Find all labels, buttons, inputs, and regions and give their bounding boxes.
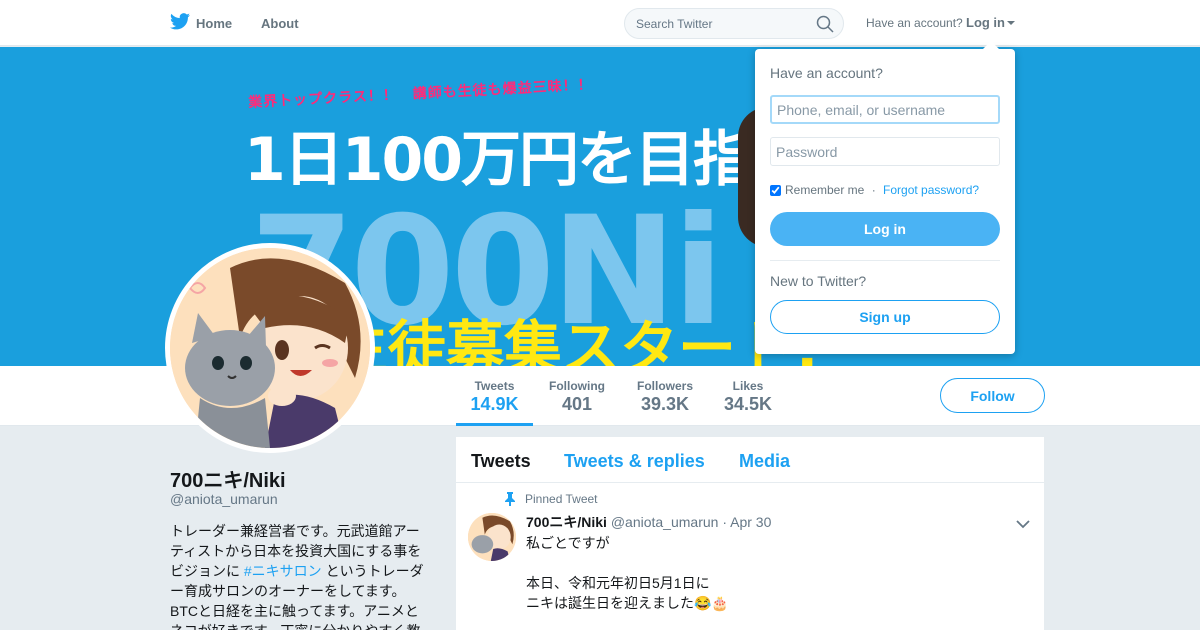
login-dropdown-title: Have an account? (770, 65, 883, 81)
tab-tweets[interactable]: Tweets (471, 451, 531, 472)
stat-followers[interactable]: Followers 39.3K (632, 366, 698, 426)
stat-label: Likes (732, 379, 764, 393)
twitter-bird-icon (170, 13, 190, 33)
remember-me-label[interactable]: Remember me (785, 183, 864, 197)
search-input[interactable] (625, 9, 805, 38)
pinned-label: Pinned Tweet (525, 492, 598, 506)
tweet-author-handle[interactable]: @aniota_umarun (611, 514, 719, 530)
stat-label: Tweets (474, 379, 515, 393)
profile-avatar[interactable] (165, 243, 375, 453)
banner-bottom-text: 生徒募集スタート! (330, 314, 821, 366)
profile-handle: @aniota_umarun (170, 491, 278, 507)
tweet-text: 私ごとですが 本日、令和元年初日5月1日に ニキは誕生日を迎えました😂🎂 (526, 535, 729, 611)
login-dropdown-toggle[interactable]: Log in (966, 15, 1015, 30)
search-icon[interactable] (816, 15, 834, 38)
tweet-item[interactable]: Pinned Tweet 700ニキ/Niki @aniota_umarun ·… (456, 483, 1044, 630)
signup-button[interactable]: Sign up (770, 300, 1000, 334)
top-navigation: Home About Have an account? Log in (0, 0, 1200, 46)
stat-likes[interactable]: Likes 34.5K (720, 366, 776, 426)
remember-row: Remember me · Forgot password? (770, 183, 979, 197)
tweet-date[interactable]: · Apr 30 (722, 514, 771, 530)
chevron-down-icon[interactable] (1016, 516, 1030, 534)
account-prompt: Have an account? (866, 16, 963, 30)
login-link-label: Log in (966, 15, 1005, 30)
stat-value: 401 (561, 394, 593, 414)
caret-down-icon (1007, 21, 1015, 25)
login-dropdown: Have an account? Remember me · Forgot pa… (755, 41, 1015, 354)
profile-bio: トレーダー兼経営者です。元武道館アーティストから日本を投資大国にする事をビジョン… (170, 521, 432, 630)
search-box (624, 8, 844, 39)
nav-home-label: Home (196, 15, 233, 31)
stat-value: 34.5K (723, 394, 773, 414)
new-to-twitter-prompt: New to Twitter? (770, 273, 867, 289)
avatar-illustration (170, 248, 370, 448)
forgot-password-link[interactable]: Forgot password? (883, 183, 979, 197)
tweet-header: 700ニキ/Niki @aniota_umarun · Apr 30 (526, 512, 771, 532)
stat-tweets[interactable]: Tweets 14.9K (456, 366, 533, 426)
tab-media[interactable]: Media (739, 451, 790, 472)
pin-icon (504, 492, 516, 511)
tweet-avatar-illustration (468, 513, 516, 561)
username-field[interactable] (770, 95, 1000, 124)
tweet-author-name[interactable]: 700ニキ/Niki (526, 514, 607, 530)
divider (770, 260, 1000, 261)
stat-label: Followers (636, 379, 693, 393)
nav-home-link[interactable]: Home (170, 13, 232, 33)
password-field[interactable] (770, 137, 1000, 166)
stat-following[interactable]: Following 401 (543, 366, 611, 426)
remember-separator: · (868, 183, 880, 197)
login-button[interactable]: Log in (770, 212, 1000, 246)
remember-me-checkbox[interactable] (770, 184, 781, 196)
timeline-tabs: Tweets Tweets & replies Media (456, 437, 1044, 483)
stat-value: 39.3K (640, 394, 690, 414)
stat-label: Following (549, 379, 605, 393)
tweet-author-avatar[interactable] (468, 513, 516, 561)
tab-tweets-and-replies[interactable]: Tweets & replies (564, 451, 705, 472)
banner-subtitle: 業界トップクラス！！ 講師も生徒も爆益三昧！！ (247, 76, 593, 112)
follow-button[interactable]: Follow (940, 378, 1045, 413)
stat-value: 14.9K (470, 394, 519, 414)
profile-name[interactable]: 700ニキ/Niki (170, 464, 286, 493)
nav-about-link[interactable]: About (261, 16, 299, 31)
bio-hashtag-link[interactable]: #ニキサロン (244, 563, 322, 579)
timeline: Tweets Tweets & replies Media Pinned Twe… (456, 437, 1044, 630)
